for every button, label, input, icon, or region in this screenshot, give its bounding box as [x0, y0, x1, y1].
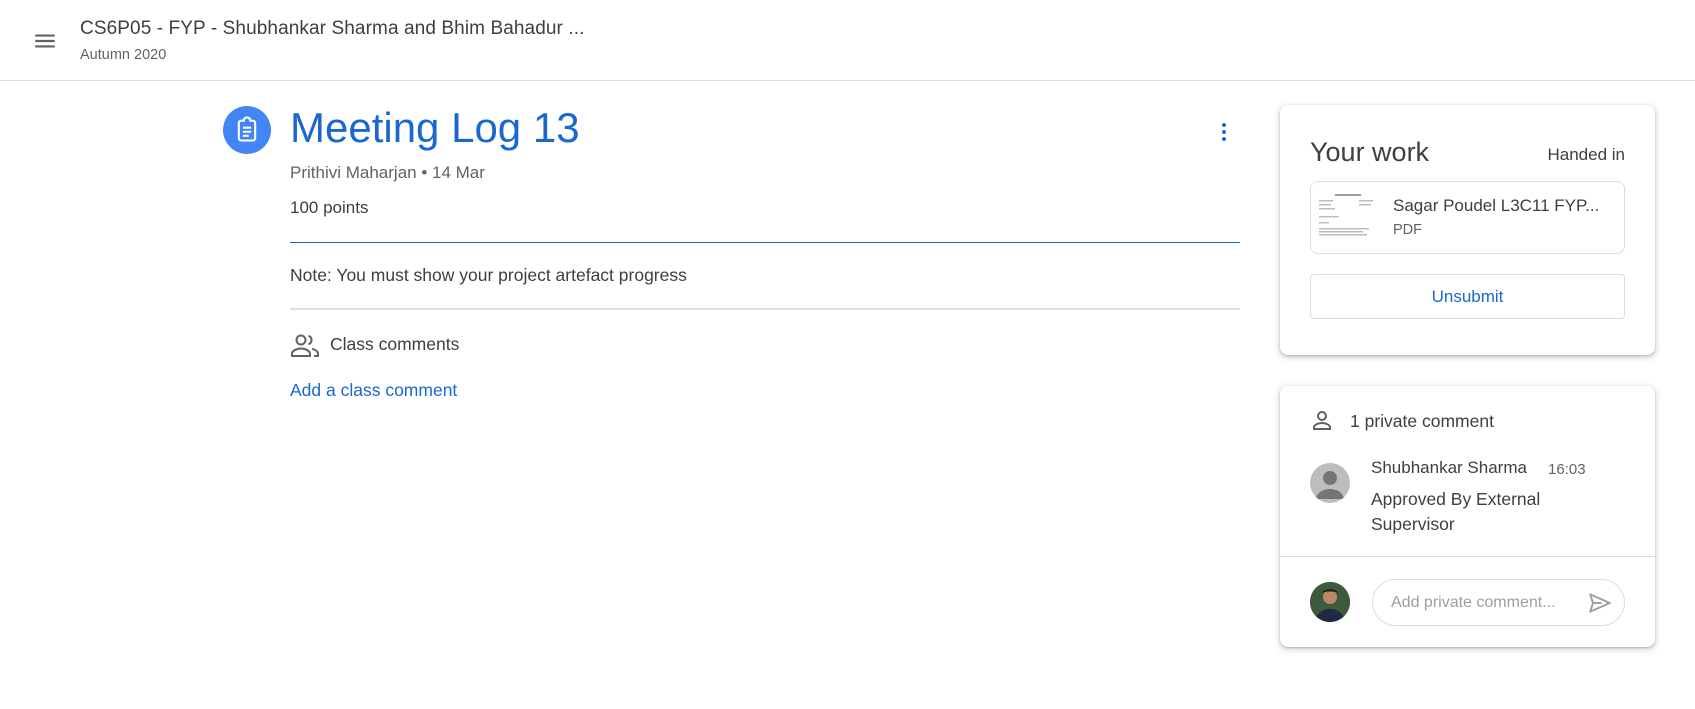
- private-comments-label: 1 private comment: [1350, 411, 1494, 431]
- assignment-meta: Prithivi Maharjan • 14 Mar: [290, 163, 485, 182]
- attachment-type: PDF: [1393, 222, 1422, 238]
- send-icon: [1589, 593, 1611, 613]
- top-bar: CS6P05 - FYP - Shubhankar Sharma and Bhi…: [0, 0, 1695, 81]
- unsubmit-button[interactable]: Unsubmit: [1310, 274, 1625, 319]
- private-comment-input[interactable]: [1391, 580, 1571, 625]
- attachment-item[interactable]: Sagar Poudel L3C11 FYP... PDF: [1310, 181, 1625, 254]
- class-title[interactable]: CS6P05 - FYP - Shubhankar Sharma and Bhi…: [80, 18, 585, 40]
- attachment-thumbnail: [1311, 182, 1383, 253]
- private-comments-card: 1 private comment Shubhankar Sharma 16:0…: [1280, 386, 1655, 647]
- comment-author: Shubhankar Sharma: [1371, 458, 1527, 477]
- hamburger-menu-icon: [35, 34, 55, 48]
- your-work-card: Your work Handed in Sagar Poudel L3C11 F…: [1280, 105, 1655, 355]
- assignment-title: Meeting Log 13: [290, 104, 580, 151]
- commenter-avatar: [1310, 463, 1350, 503]
- more-vert-icon: [1222, 123, 1226, 141]
- more-options-button[interactable]: [1204, 108, 1244, 156]
- class-comments-label: Class comments: [330, 334, 460, 354]
- default-avatar-icon: [1316, 471, 1344, 499]
- comment-time: 16:03: [1548, 461, 1586, 478]
- assignment-icon-badge: [223, 106, 271, 154]
- add-class-comment-link[interactable]: Add a class comment: [290, 380, 457, 401]
- title-divider: [290, 242, 1240, 243]
- assignment-instructions: Note: You must show your project artefac…: [290, 265, 687, 285]
- class-subtitle: Autumn 2020: [80, 47, 167, 63]
- comment-text: Approved By External Supervisor: [1371, 489, 1541, 534]
- assignment-clipboard-icon: [237, 116, 257, 142]
- person-icon: [1313, 411, 1331, 430]
- user-photo-icon: [1310, 582, 1350, 622]
- main-menu-button[interactable]: [24, 20, 66, 62]
- attachment-name: Sagar Poudel L3C11 FYP...: [1393, 196, 1600, 215]
- people-icon: [291, 334, 319, 357]
- assignment-points: 100 points: [290, 198, 369, 217]
- private-comment-divider: [1280, 556, 1655, 557]
- user-avatar: [1310, 582, 1350, 622]
- pdf-preview-icon: [1311, 182, 1383, 253]
- submission-status: Handed in: [1547, 145, 1625, 164]
- your-work-title: Your work: [1310, 137, 1430, 167]
- instructions-divider: [290, 308, 1240, 310]
- private-comment-box: [1372, 579, 1625, 626]
- send-comment-button[interactable]: [1586, 589, 1614, 617]
